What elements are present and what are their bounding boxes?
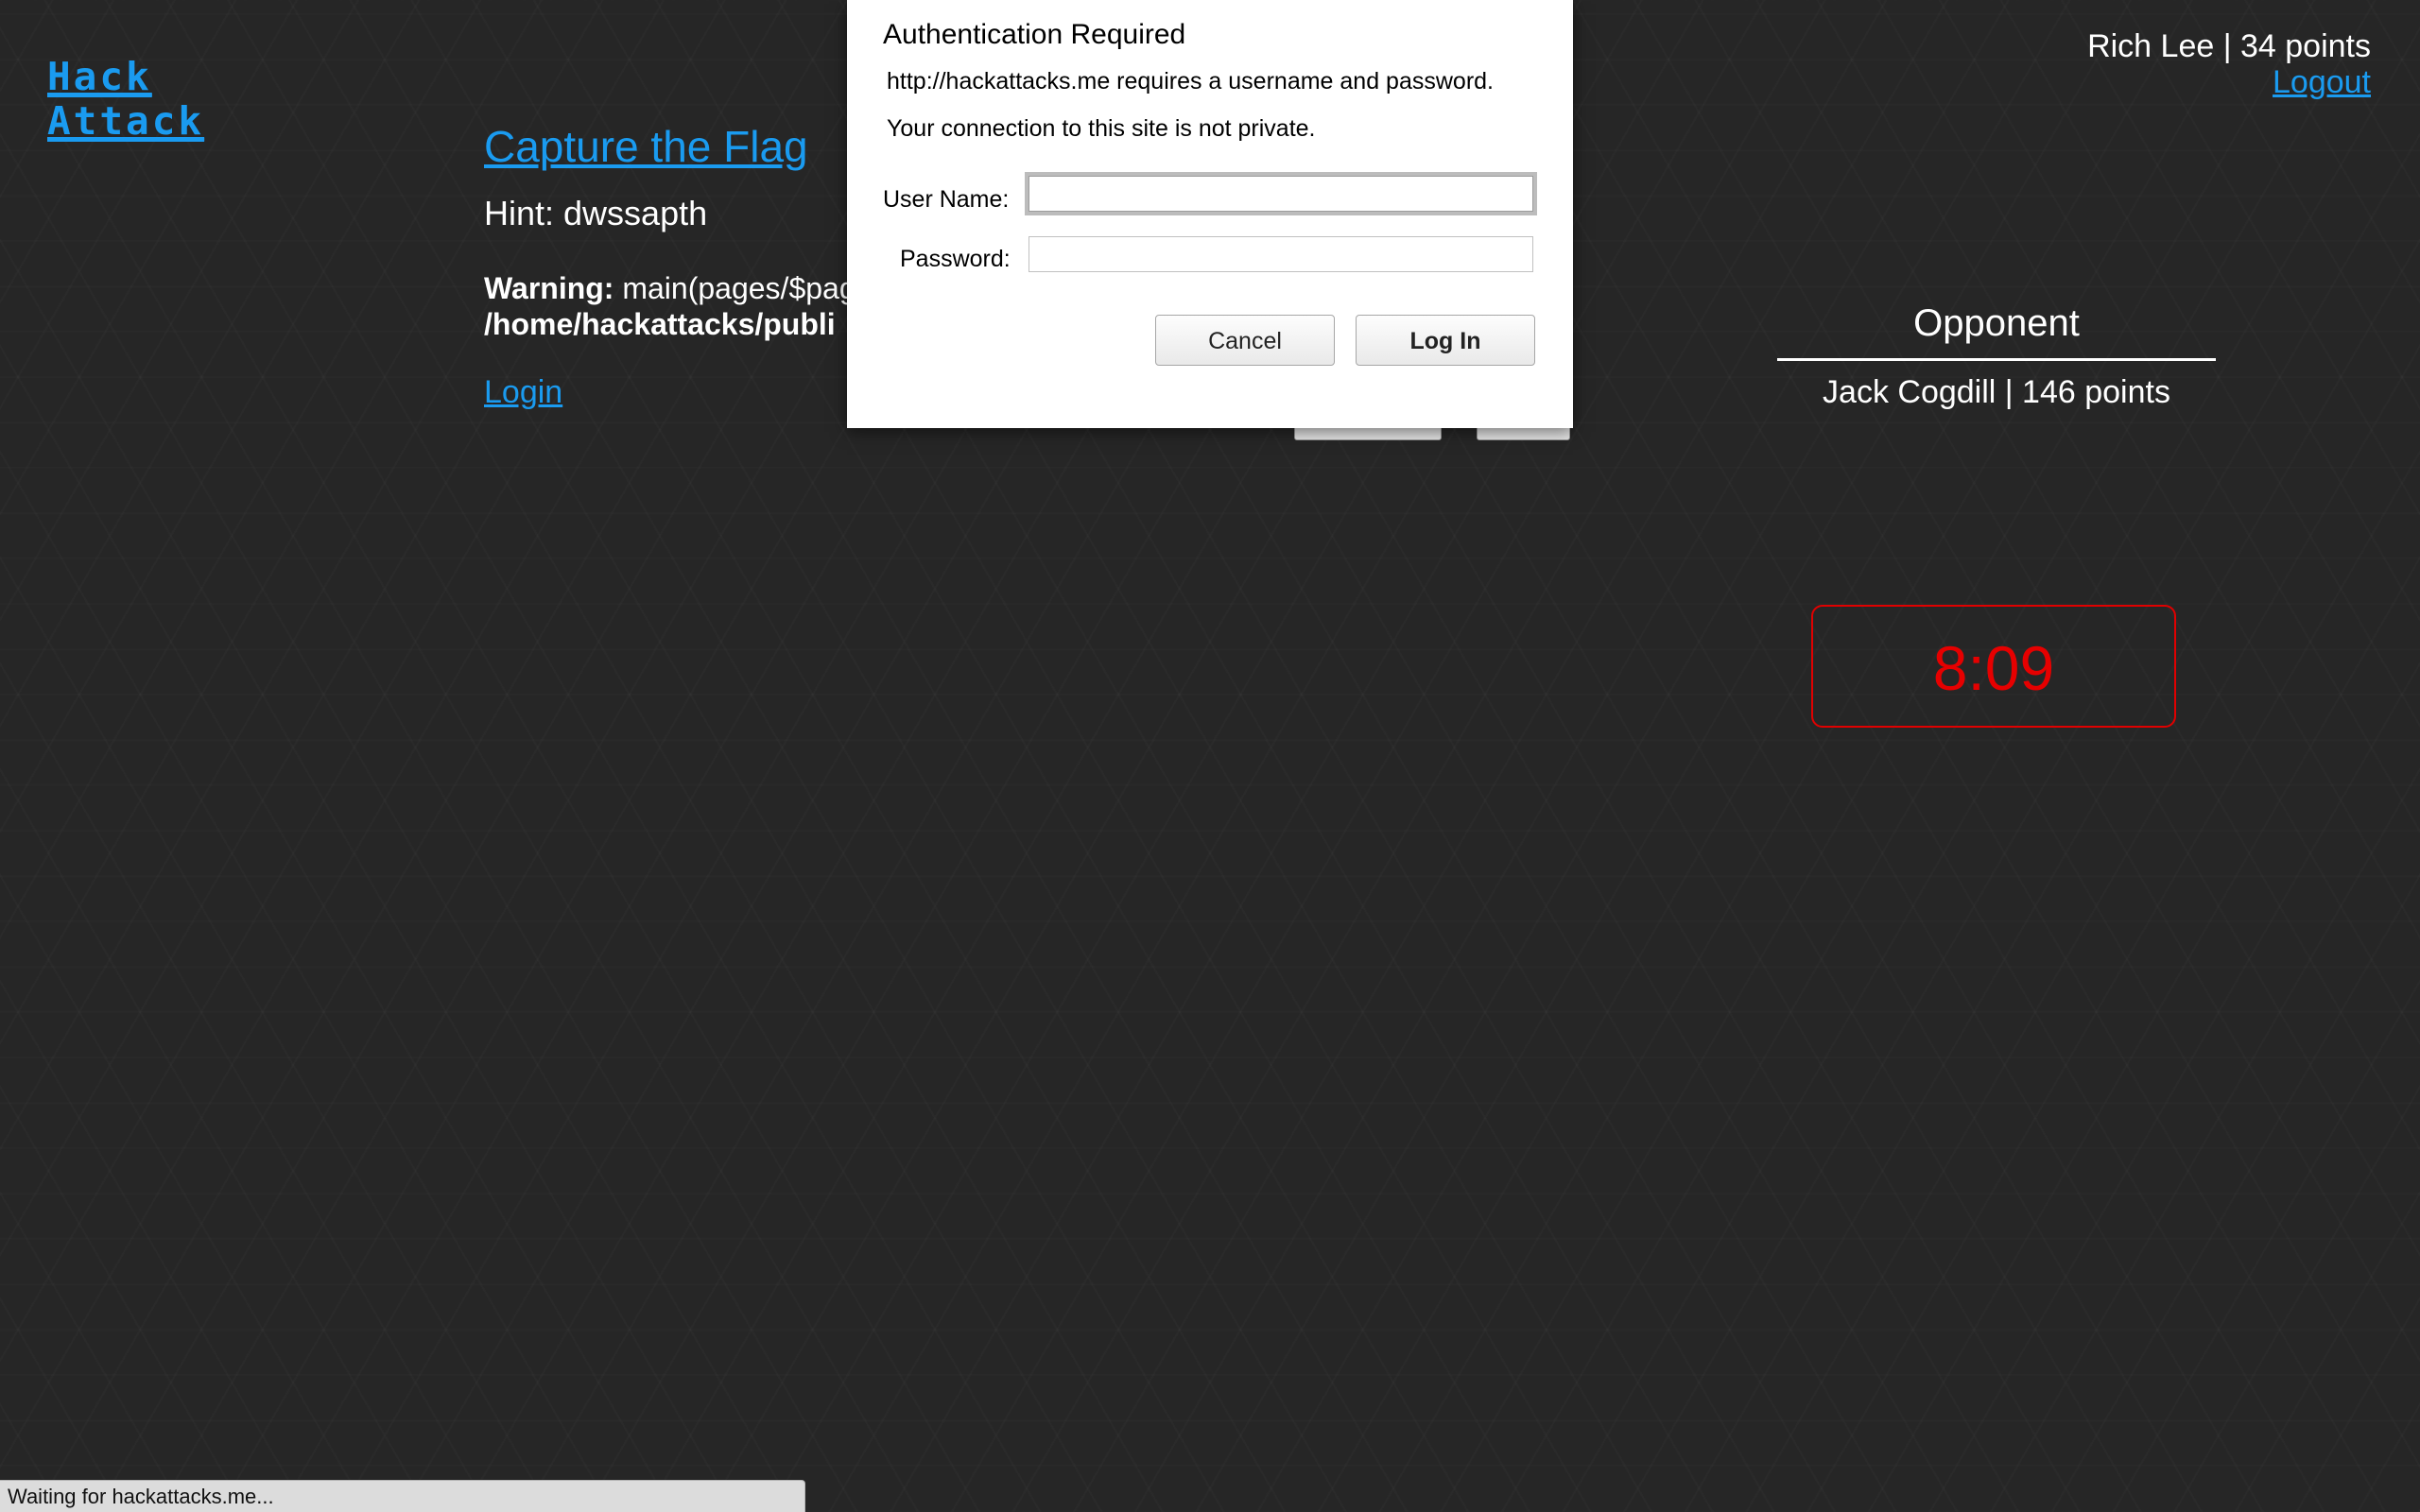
warning-label: Warning: <box>484 271 614 305</box>
password-input[interactable] <box>1028 236 1533 272</box>
hint-text: Hint: dwssapth <box>484 194 708 232</box>
logo-line-hack: Hack <box>47 54 152 99</box>
game-title-link[interactable]: Capture the Flag <box>484 121 808 172</box>
logo-line-attack: Attack <box>47 98 205 144</box>
auth-dialog: Authentication Required http://hackattac… <box>847 0 1573 428</box>
cancel-button[interactable]: Cancel <box>1155 315 1335 366</box>
logout-link[interactable]: Logout <box>2087 64 2371 100</box>
dialog-title: Authentication Required <box>883 19 1186 50</box>
log-in-button[interactable]: Log In <box>1356 315 1535 366</box>
php-warning: Warning: main(pages/$pag /home/hackattac… <box>484 270 853 342</box>
opponent-name-points: Jack Cogdill | 146 points <box>1823 374 2170 410</box>
opponent-panel: Opponent Jack Cogdill | 146 points <box>1777 302 2216 411</box>
warning-text: main(pages/$pag <box>614 271 853 305</box>
user-name-points: Rich Lee | 34 points <box>2087 28 2371 64</box>
password-label: Password: <box>900 246 1011 272</box>
opponent-heading: Opponent <box>1777 302 2216 361</box>
warning-path: /home/hackattacks/publi <box>484 307 836 341</box>
browser-status-bar: Waiting for hackattacks.me... <box>0 1480 805 1512</box>
username-label: User Name: <box>883 186 1010 213</box>
username-input[interactable] <box>1028 176 1533 212</box>
site-logo[interactable]: Hack Attack <box>47 55 204 144</box>
login-link[interactable]: Login <box>484 374 562 411</box>
dialog-message-credentials: http://hackattacks.me requires a usernam… <box>887 68 1494 94</box>
countdown-timer: 8:09 <box>1811 605 2176 728</box>
user-info: Rich Lee | 34 points Logout <box>2087 28 2371 100</box>
dialog-message-privacy: Your connection to this site is not priv… <box>887 115 1316 142</box>
